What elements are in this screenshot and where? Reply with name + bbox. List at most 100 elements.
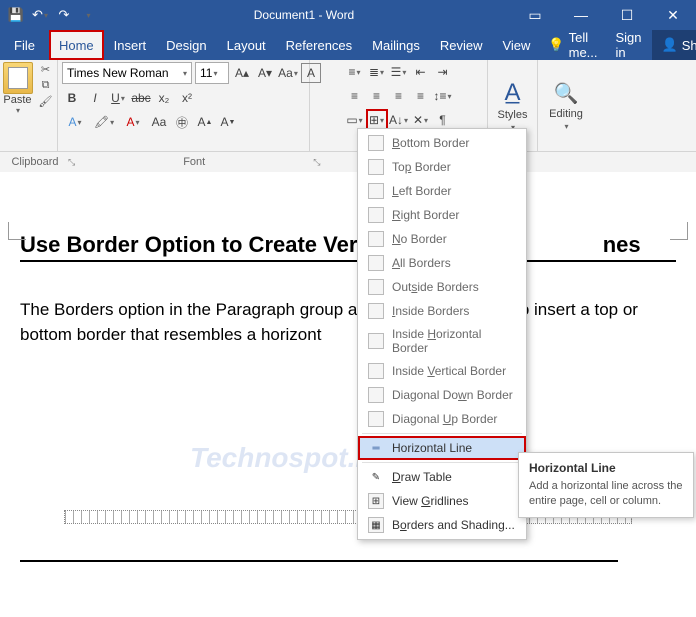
border-option-icon [368,159,384,175]
menu-border-item[interactable]: Diagonal Down Border [358,383,526,407]
sort-icon[interactable]: A↓▾ [389,110,409,130]
clipboard-launcher[interactable]: ⤡ [68,157,75,168]
border-option-icon [368,303,384,319]
grow-font-icon[interactable]: A▴ [232,63,252,83]
menu-view-gridlines[interactable]: ⊞ View Gridlines [358,489,526,513]
redo-icon[interactable]: ↷ [56,7,72,23]
show-marks-icon[interactable]: ¶ [433,110,453,130]
menu-border-item[interactable]: Inside Horizontal Border [358,323,526,359]
align-left-icon[interactable]: ≡ [345,86,365,106]
border-option-icon [368,231,384,247]
find-icon[interactable]: 🔍 [554,81,579,106]
menu-horizontal-line[interactable]: ═ Horizontal Line [358,436,526,460]
font-launcher[interactable]: ⤡ [313,157,320,168]
tab-mailings[interactable]: Mailings [362,30,430,60]
tab-home[interactable]: Home [49,30,104,60]
highlight-icon[interactable]: 🖍▾ [91,112,117,132]
menu-border-item[interactable]: Inside Vertical Border [358,359,526,383]
menu-borders-shading[interactable]: ▦ Borders and Shading... [358,513,526,537]
paste-icon[interactable] [3,62,33,94]
enclose-chars-icon[interactable]: ㊥ [172,112,192,132]
clipboard-label: Clipboard [6,156,64,168]
minimize-button[interactable]: ― [558,0,604,30]
justify-icon[interactable]: ≡ [411,86,431,106]
cut-icon[interactable]: ✂ [37,62,55,76]
menu-border-item[interactable]: Left Border [358,179,526,203]
font-name-select[interactable]: Times New Roman▾ [62,62,192,84]
heading-text: Use Border Option to Create Vertical [20,232,401,257]
shrink-font-icon[interactable]: A▾ [255,63,275,83]
draw-table-icon: ✎ [368,469,384,485]
strikethrough-button[interactable]: abc [131,88,151,108]
menu-separator [362,433,522,434]
page-corner-right [670,222,688,240]
document-heading[interactable]: Use Border Option to Create Vertical xxx… [20,232,676,262]
paste-dropdown[interactable]: ▾ [16,106,20,115]
align-center-icon[interactable]: ≡ [367,86,387,106]
multilevel-list-icon[interactable]: ☰▾ [389,62,409,82]
font-size-select[interactable]: 11▾ [195,62,229,84]
tab-insert[interactable]: Insert [104,30,157,60]
tell-me-search[interactable]: 💡Tell me... [540,30,605,60]
character-shading-icon[interactable]: Aa [149,112,169,132]
subscript-button[interactable]: x₂ [154,88,174,108]
borders-button[interactable]: ⊞▾ [367,110,387,130]
view-gridlines-label: View Gridlines [392,494,469,508]
horizontal-line-icon: ═ [368,440,384,456]
align-right-icon[interactable]: ≡ [389,86,409,106]
bullets-icon[interactable]: ≡▾ [345,62,365,82]
menu-border-item[interactable]: Outside Borders [358,275,526,299]
tooltip-title: Horizontal Line [529,461,683,475]
font-shrink-icon[interactable]: A▼ [218,112,238,132]
font-size-value: 11 [200,66,212,80]
qat-customize-icon[interactable]: ▾ [80,7,96,23]
format-painter-icon[interactable]: 🖌 [37,94,55,108]
tab-references[interactable]: References [276,30,362,60]
asian-layout-icon[interactable]: ✕▾ [411,110,431,130]
save-icon[interactable]: 💾 [8,7,24,23]
bold-button[interactable]: B [62,88,82,108]
editing-dropdown[interactable]: ▾ [564,122,568,131]
italic-button[interactable]: I [85,88,105,108]
line-spacing-icon[interactable]: ↕≡▾ [433,86,453,106]
border-option-label: Bottom Border [392,136,469,150]
close-button[interactable]: ✕ [650,0,696,30]
maximize-button[interactable]: ☐ [604,0,650,30]
ribbon-options-icon[interactable]: ▭ [512,0,558,30]
tab-design[interactable]: Design [156,30,216,60]
menu-border-item[interactable]: No Border [358,227,526,251]
menu-border-item[interactable]: All Borders [358,251,526,275]
menu-border-item[interactable]: Inside Borders [358,299,526,323]
numbering-icon[interactable]: ≣▾ [367,62,387,82]
change-case-icon[interactable]: Aa▾ [278,63,298,83]
document-paragraph[interactable]: The Borders option in the Paragraph grou… [20,298,676,347]
menu-border-item[interactable]: Top Border [358,155,526,179]
font-grow-icon[interactable]: A▲ [195,112,215,132]
paste-label: Paste [3,94,31,106]
superscript-button[interactable]: x² [177,88,197,108]
tab-layout[interactable]: Layout [217,30,276,60]
border-option-icon [368,333,384,349]
decrease-indent-icon[interactable]: ⇤ [411,62,431,82]
tab-file[interactable]: File [0,30,49,60]
tab-review[interactable]: Review [430,30,493,60]
menu-draw-table[interactable]: ✎ Draw Table [358,465,526,489]
menu-border-item[interactable]: Diagonal Up Border [358,407,526,431]
shading-icon[interactable]: ▭▾ [345,110,365,130]
horizontal-line-inserted [20,560,618,562]
menu-border-item[interactable]: Bottom Border [358,131,526,155]
tab-view[interactable]: View [492,30,540,60]
title-bar: 💾 ↶▾ ↷ ▾ Document1 - Word ▭ ― ☐ ✕ [0,0,696,30]
copy-icon[interactable]: ⧉ [37,78,55,92]
undo-icon[interactable]: ↶▾ [32,7,48,23]
underline-button[interactable]: U▾ [108,88,128,108]
menu-border-item[interactable]: Right Border [358,203,526,227]
increase-indent-icon[interactable]: ⇥ [433,62,453,82]
border-option-icon [368,183,384,199]
styles-icon[interactable]: A̲ [504,79,520,107]
share-button[interactable]: 👤Share [652,30,696,60]
sign-in-link[interactable]: Sign in [606,30,652,60]
font-color-icon[interactable]: A▾ [120,112,146,132]
text-effects-icon[interactable]: A▾ [62,112,88,132]
border-option-label: No Border [392,232,447,246]
